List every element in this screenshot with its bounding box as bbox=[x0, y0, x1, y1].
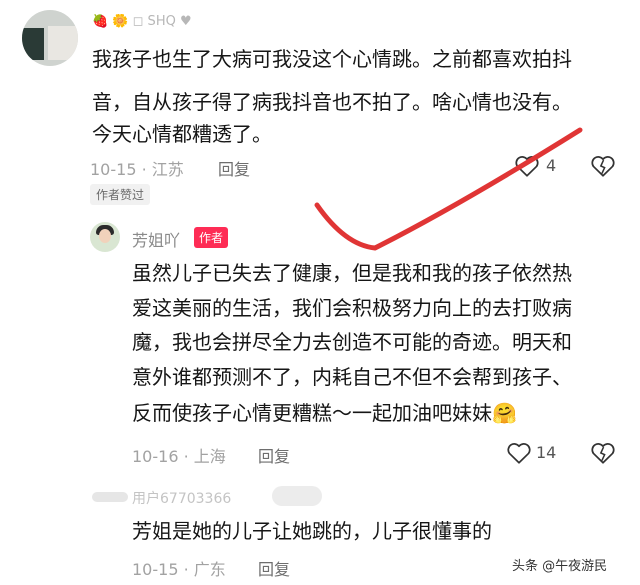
comment-username[interactable]: 用户67703366 bbox=[92, 486, 324, 508]
comment-text-line: 音，自从孩子得了病我抖音也不拍了。啥心情也没有。 bbox=[92, 90, 572, 114]
reply-text-line: 魔，我也会拼尽全力去创造不可能的奇迹。明天和 bbox=[132, 330, 572, 354]
avatar[interactable] bbox=[22, 10, 78, 66]
reply-text-line: 意外谁都预测不了，内耗自己不但不会帮到孩子、 bbox=[132, 365, 572, 389]
reply-meta: 10-16 · 上海 bbox=[132, 447, 226, 466]
heart-icon[interactable] bbox=[506, 441, 532, 465]
comment-text: 芳姐是她的儿子让她跳的，儿子很懂事的 bbox=[132, 519, 492, 543]
comment-meta: 10-15 · 江苏 bbox=[90, 160, 184, 179]
reply-button[interactable]: 回复 bbox=[258, 443, 290, 467]
comment-username[interactable]: 🍓 🌼 ◻ SHQ ♥ bbox=[92, 14, 192, 30]
reply-text-line: 爱这美丽的生活，我们会积极努力向上的去打败病 bbox=[132, 296, 572, 320]
reply-text-line: 虽然儿子已失去了健康，但是我和我的孩子依然热 bbox=[132, 261, 572, 285]
like-count: 14 bbox=[536, 443, 557, 462]
avatar[interactable] bbox=[90, 222, 120, 252]
author-badge: 作者 bbox=[194, 227, 229, 248]
watermark: 头条 @午夜游民 bbox=[508, 554, 612, 575]
reply-button[interactable]: 回复 bbox=[258, 556, 290, 580]
reply-username[interactable]: 芳姐吖 bbox=[132, 227, 180, 251]
comment-text-line: 我孩子也生了大病可我没这个心情跳。之前都喜欢拍抖 bbox=[92, 47, 572, 71]
dislike-icon[interactable] bbox=[590, 441, 616, 465]
reply-button[interactable]: 回复 bbox=[218, 156, 250, 180]
comment-username-text: 用户67703366 bbox=[132, 491, 232, 507]
annotation-checkmark bbox=[314, 127, 583, 251]
comment-text-line: 今天心情都糟透了。 bbox=[92, 122, 272, 146]
comment-meta: 10-15 · 广东 bbox=[132, 560, 226, 579]
reply-text-line: 反而使孩子心情更糟糕～一起加油吧妹妹🤗 bbox=[132, 401, 517, 425]
author-liked-badge: 作者赞过 bbox=[90, 184, 151, 205]
